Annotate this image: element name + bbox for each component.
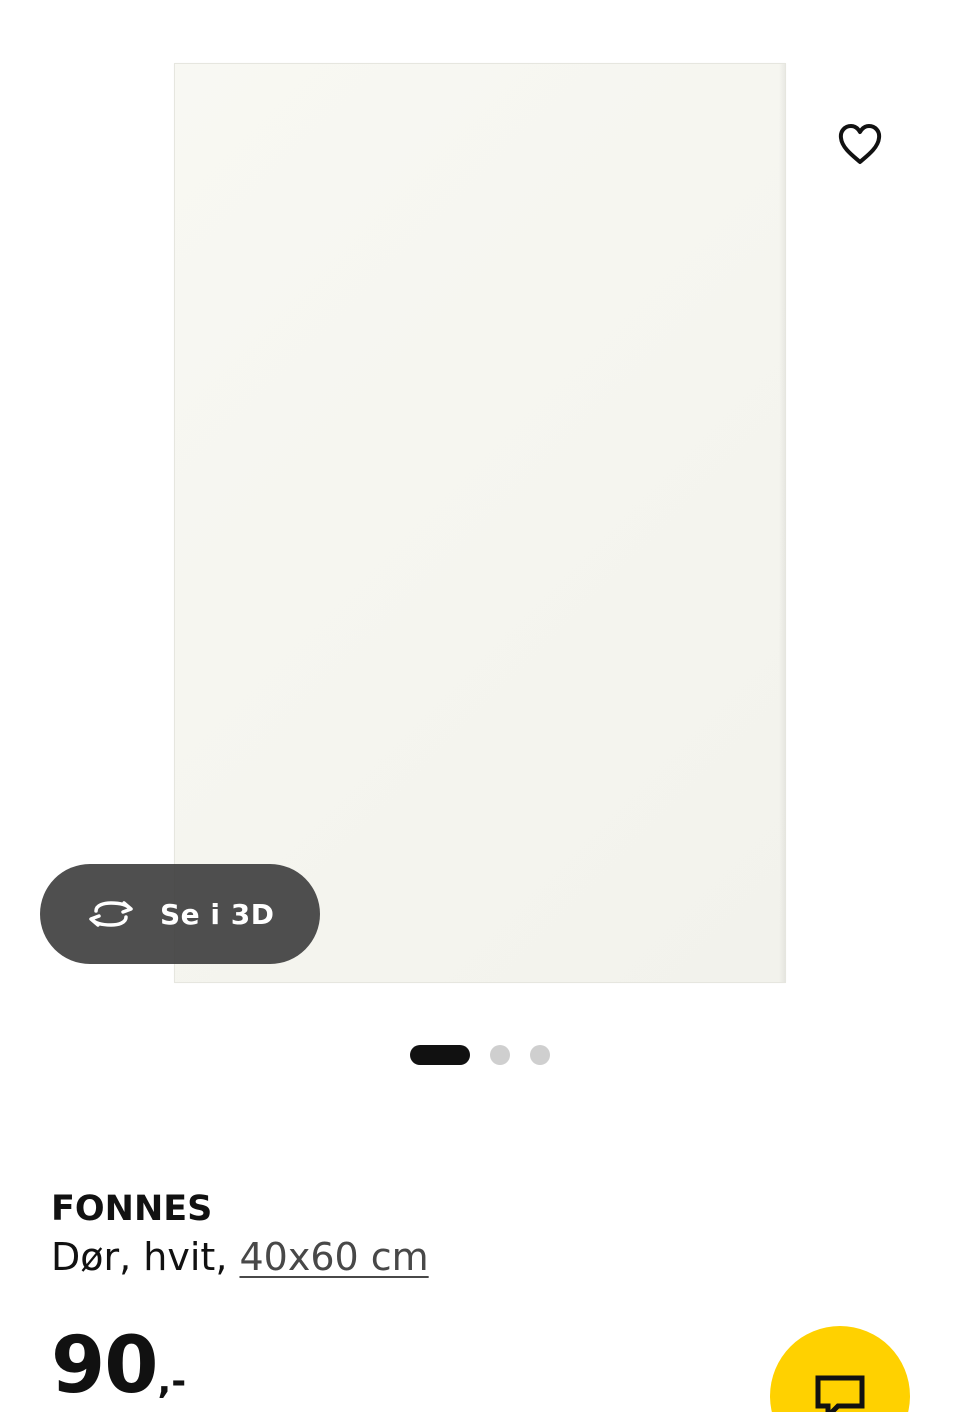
product-image[interactable] xyxy=(174,63,786,983)
product-description: Dør, hvit, 40x60 cm xyxy=(51,1232,429,1282)
gallery-pagination xyxy=(0,1044,960,1066)
product-size-link[interactable]: 40x60 cm xyxy=(239,1235,428,1279)
chat-icon xyxy=(815,1375,865,1412)
chat-button[interactable] xyxy=(770,1326,910,1412)
favorite-button[interactable] xyxy=(832,116,888,172)
product-gallery: Se i 3D xyxy=(0,0,960,1010)
heart-outline-icon xyxy=(838,124,882,164)
rotate-3d-icon xyxy=(84,896,138,932)
gallery-dot-3[interactable] xyxy=(530,1045,550,1065)
see-in-3d-button[interactable]: Se i 3D xyxy=(40,864,320,964)
product-page: Se i 3D FONNES Dør, hvit, 40x60 cm 90 ,- xyxy=(0,0,960,1412)
product-info: FONNES Dør, hvit, 40x60 cm xyxy=(51,1186,429,1282)
gallery-dot-1[interactable] xyxy=(410,1045,470,1065)
price-suffix: ,- xyxy=(157,1361,187,1402)
product-price: 90 ,- xyxy=(51,1320,186,1412)
gallery-dot-2[interactable] xyxy=(490,1045,510,1065)
product-description-text: Dør, hvit, xyxy=(51,1235,240,1279)
door-edge-shadow xyxy=(779,64,785,982)
see-in-3d-label: Se i 3D xyxy=(160,897,275,931)
product-name: FONNES xyxy=(51,1189,213,1229)
price-amount: 90 xyxy=(51,1321,159,1411)
